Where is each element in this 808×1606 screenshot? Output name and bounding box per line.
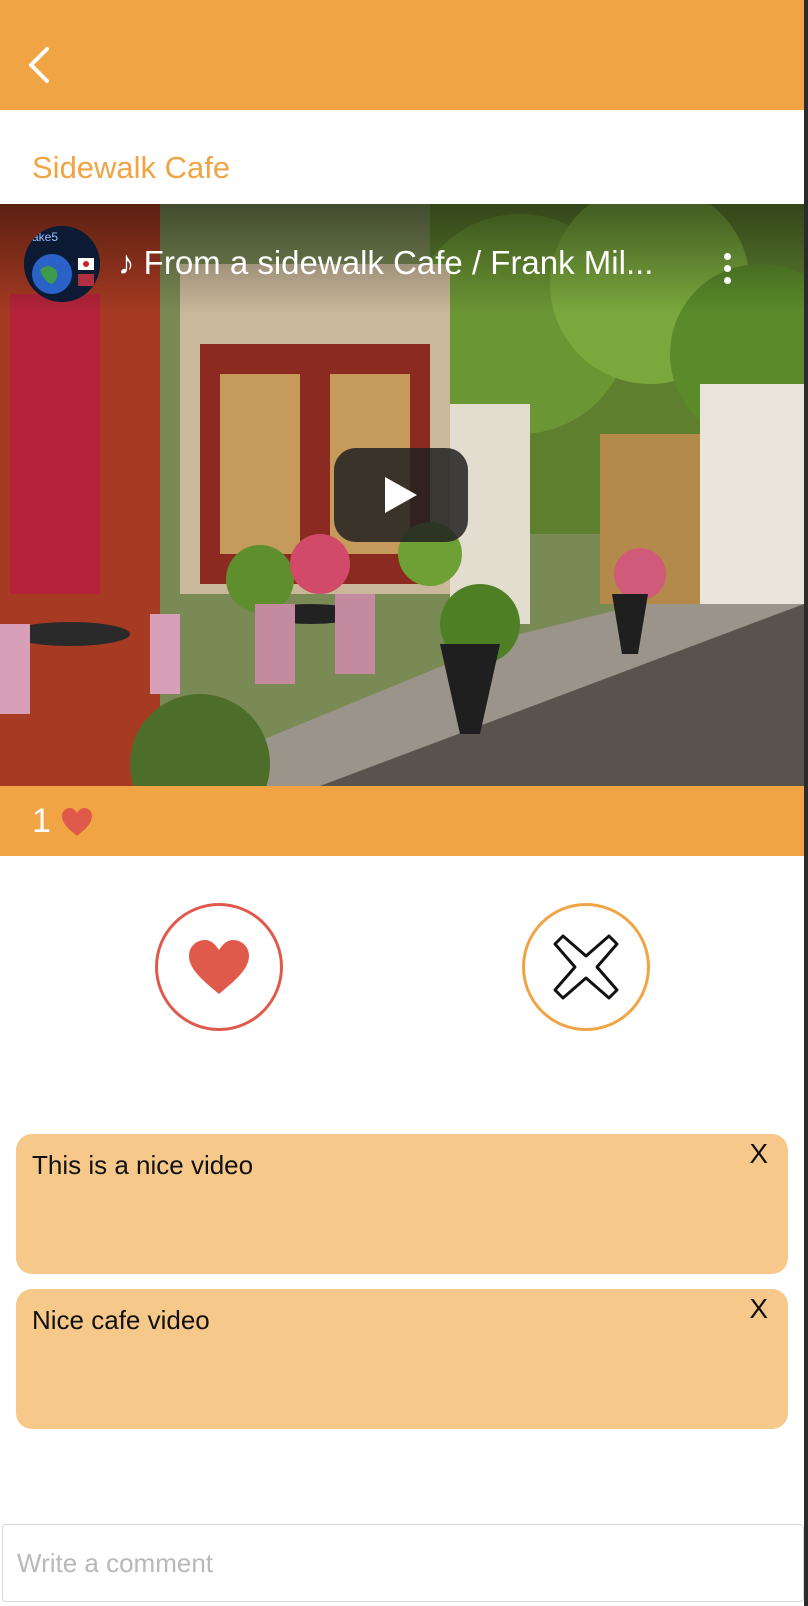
top-bar (0, 0, 804, 110)
heart-icon (189, 940, 249, 994)
play-button[interactable] (334, 448, 468, 542)
app-screen: Sidewalk Cafe ake5 ♪ From a sidewalk Caf… (0, 0, 804, 1606)
video-menu-button[interactable] (712, 246, 742, 290)
comment-text: Nice cafe video (32, 1305, 210, 1335)
play-icon (385, 477, 417, 513)
heart-icon (62, 808, 92, 836)
channel-avatar[interactable]: ake5 (24, 226, 100, 302)
dislike-button[interactable] (522, 903, 650, 1031)
comment-input[interactable] (2, 1524, 804, 1602)
comment-card: Nice cafe video X (16, 1289, 788, 1429)
x-icon (553, 934, 619, 1000)
delete-comment-button[interactable]: X (749, 1138, 768, 1170)
back-button[interactable] (18, 42, 58, 88)
delete-comment-button[interactable]: X (749, 1293, 768, 1325)
page-title: Sidewalk Cafe (32, 150, 231, 185)
like-summary-bar: 1 (0, 786, 804, 856)
channel-avatar-label: ake5 (32, 230, 59, 244)
video-player[interactable]: ake5 ♪ From a sidewalk Cafe / Frank Mil.… (0, 204, 804, 786)
like-button[interactable] (155, 903, 283, 1031)
like-count: 1 (32, 802, 51, 840)
video-title[interactable]: ♪ From a sidewalk Cafe / Frank Mil... (118, 244, 653, 282)
more-vertical-icon (723, 252, 731, 260)
comment-text: This is a nice video (32, 1150, 254, 1180)
chevron-left-icon (29, 47, 49, 83)
comment-card: This is a nice video X (16, 1134, 788, 1274)
more-vertical-icon-dot (723, 264, 731, 272)
more-vertical-icon-dot (723, 276, 731, 284)
title-row: Sidewalk Cafe (0, 110, 804, 204)
